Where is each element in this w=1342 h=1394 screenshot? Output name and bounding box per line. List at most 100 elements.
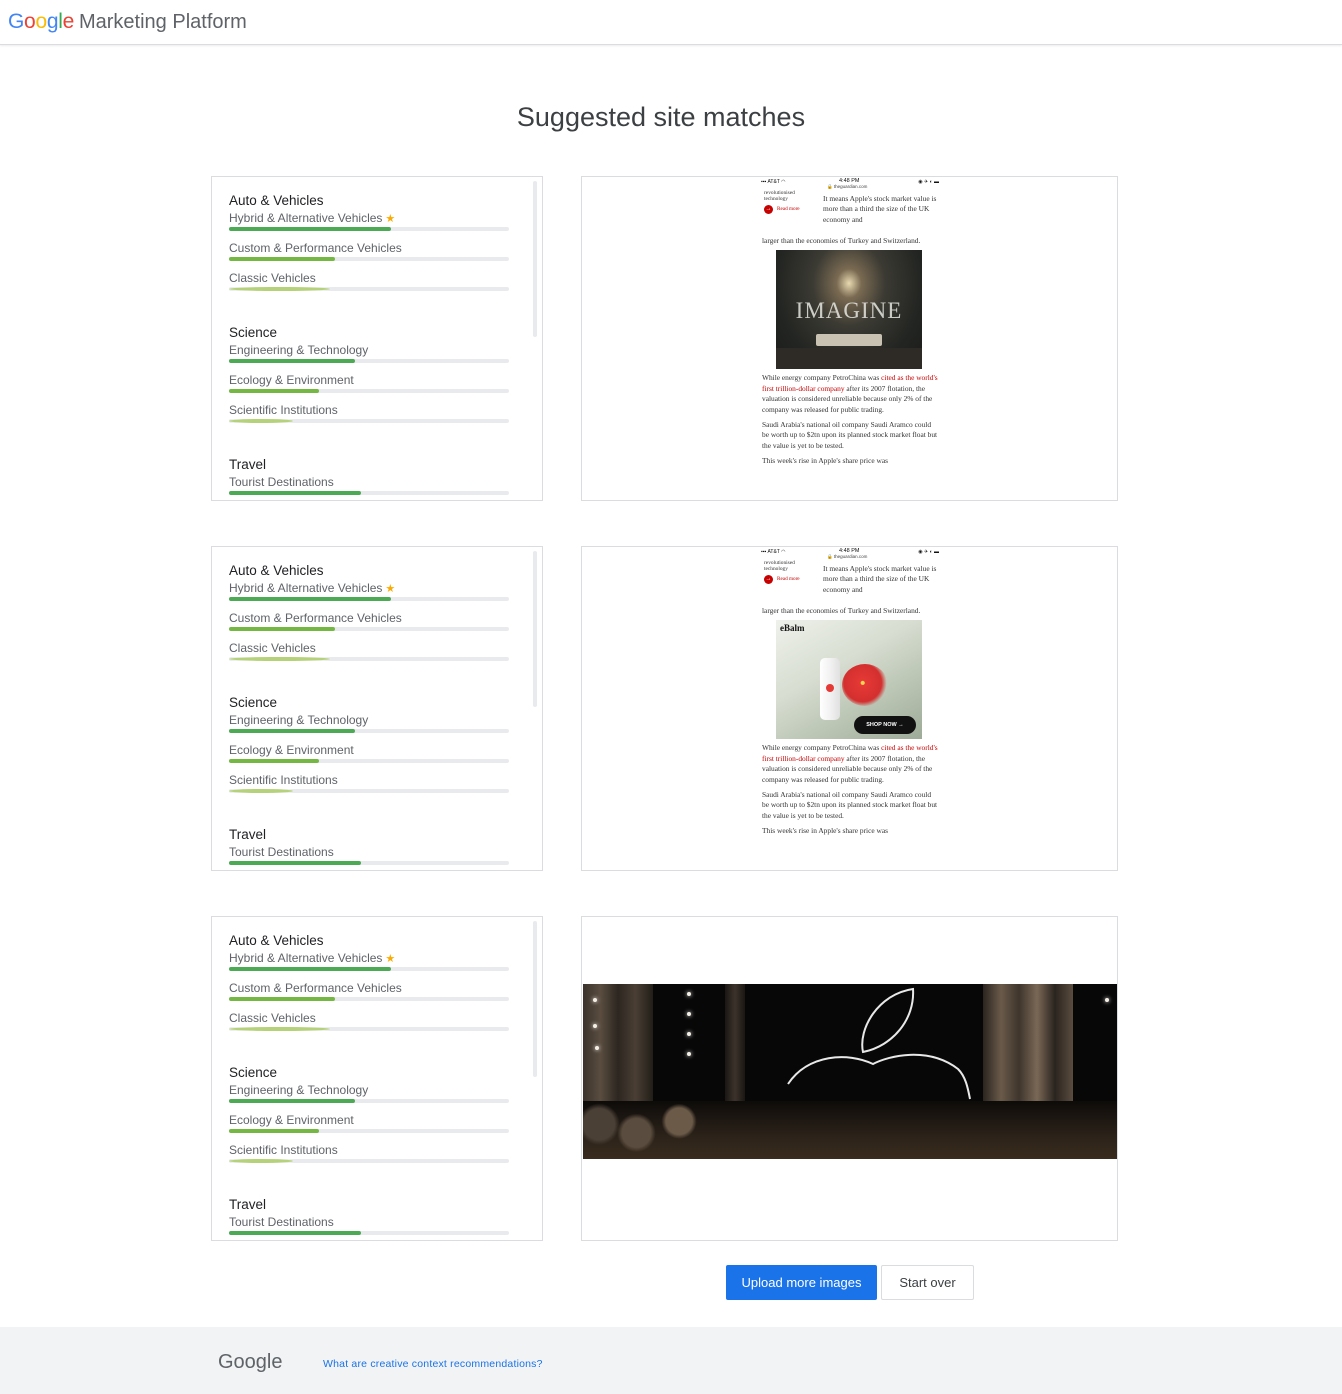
category-section-title: Travel [229,457,267,472]
ad-headline: IMAGINE [795,298,903,324]
product-name: Marketing Platform [78,11,247,33]
score-bar-fill [229,389,319,393]
category-section-title: Auto & Vehicles [229,563,324,578]
subcategory-label-text: Classic Vehicles [229,1011,316,1025]
image-preview-card[interactable]: ▪▪▪ AT&T ◠ 4:48 PM 🔒 theguardian.com ◉ ✈… [581,546,1118,871]
scrollbar[interactable] [533,551,537,707]
score-bar-track [229,657,509,661]
subcategory-label-text: Hybrid & Alternative Vehicles [229,581,383,595]
article-paragraph: While energy company PetroChina was cite… [757,373,943,415]
subcategory-label: Tourist Destinations [229,1215,334,1229]
score-bar-fill [229,789,294,793]
subcategory-row: Engineering & Technology [229,1082,510,1112]
status-carrier: ▪▪▪ AT&T ◠ [761,549,786,555]
subcategory-row: Scientific Institutions [229,402,510,432]
category-list-card[interactable]: Auto & Vehicles Hybrid & Alternative Vehi… [211,916,543,1241]
image-preview-card[interactable]: ▪▪▪ AT&T ◠ 4:48 PM 🔒 theguardian.com ◉ ✈… [581,176,1118,501]
subcategory-label: Classic Vehicles [229,271,316,285]
article-paragraph: This week's rise in Apple's share price … [762,456,889,466]
aside-text: revolutionised technology [764,190,795,203]
score-bar-fill [229,1027,330,1031]
score-bar-fill [229,1129,319,1133]
category-section: Auto & Vehicles Hybrid & Alternative Vehi… [229,562,510,670]
score-bar-track [229,861,509,865]
subcategory-label-text: Scientific Institutions [229,773,338,787]
score-bar-fill [229,1099,355,1103]
product-bottle [820,658,840,721]
subcategory-row: Custom & Performance Vehicles [229,240,510,270]
subcategory-label-text: Scientific Institutions [229,403,338,417]
audience-crowd [583,1101,1117,1159]
category-section-title: Science [229,695,278,710]
status-carrier: ▪▪▪ AT&T ◠ [761,179,786,185]
scrollbar[interactable] [533,181,537,337]
subcategory-row: Ecology & Environment [229,1112,510,1142]
score-bar-track [229,729,509,733]
score-bar-fill [229,257,336,261]
subcategory-row: Custom & Performance Vehicles [229,980,510,1010]
article-aside: revolutionised technology → Read more [764,190,820,214]
article-top: revolutionised technology → Read more It … [757,560,943,606]
score-bar-track [229,227,509,231]
stage-light [593,998,597,1002]
aside-text: revolutionised technology [764,560,795,573]
subcategory-label-text: Scientific Institutions [229,1143,338,1157]
url-text: theguardian.com [833,184,868,189]
score-bar-track [229,967,509,971]
stage-light [687,992,691,996]
upload-more-images-button[interactable]: Upload more images [726,1265,877,1300]
article-paragraph: Saudi Arabia's national oil company Saud… [762,420,938,450]
subcategory-row: Hybrid & Alternative Vehicles ★ [229,950,510,980]
score-bar-fill [229,359,355,363]
phone-status-bar: ▪▪▪ AT&T ◠ 4:48 PM 🔒 theguardian.com ◉ ✈… [757,547,943,560]
subcategory-label: Ecology & Environment [229,743,354,757]
category-section-title: Travel [229,1197,267,1212]
ad-cta-button: SHOP NOW → [854,716,916,735]
subcategory-label: Custom & Performance Vehicles [229,611,402,625]
score-bar-fill [229,997,336,1001]
stage-light [687,1052,691,1056]
category-section: Science Engineering & Technology Ecology &… [229,1064,510,1172]
creative-context-help-link[interactable]: What are creative context recommendation… [323,1358,543,1370]
sofa-shape [816,334,882,347]
subcategory-row: Classic Vehicles [229,640,510,670]
subcategory-row: Ecology & Environment [229,742,510,772]
category-list-card[interactable]: Auto & Vehicles Hybrid & Alternative Vehi… [211,546,543,871]
score-bar-track [229,997,509,1001]
page-title: Suggested site matches [516,102,806,132]
scrollbar[interactable] [533,921,537,1077]
category-section-title: Science [229,325,278,340]
article-paragraph: While energy company PetroChina was cite… [757,743,943,785]
subcategory-row: Hybrid & Alternative Vehicles ★ [229,580,510,610]
score-bar-fill [229,597,392,601]
phone-screenshot: ▪▪▪ AT&T ◠ 4:48 PM 🔒 theguardian.com ◉ ✈… [757,177,943,500]
subcategory-row: Tourist Destinations [229,844,510,870]
subcategory-label: Custom & Performance Vehicles [229,981,402,995]
image-preview-card[interactable] [581,916,1118,1241]
score-bar-track [229,1129,509,1133]
category-list-card[interactable]: Auto & Vehicles Hybrid & Alternative Vehi… [211,176,543,501]
subcategory-label-text: Tourist Destinations [229,845,334,859]
subcategory-label: Engineering & Technology [229,713,368,727]
article-top: revolutionised technology → Read more It … [757,190,943,236]
carrier-text: AT&T [767,549,780,555]
url-text: theguardian.com [833,554,868,559]
stage-light [595,1046,599,1050]
category-section: Auto & Vehicles Hybrid & Alternative Vehi… [229,932,510,1040]
start-over-button[interactable]: Start over [881,1265,974,1300]
subcategory-label-text: Custom & Performance Vehicles [229,241,402,255]
read-more-link: → Read more [764,204,820,214]
subcategory-label: Scientific Institutions [229,773,338,787]
category-section: Travel Tourist Destinations [229,456,510,500]
score-bar-fill [229,1159,294,1163]
article-continued: larger than the economies of Turkey and … [762,236,921,245]
score-bar-fill [229,227,392,231]
score-bar-fill [229,729,355,733]
subcategory-label: Tourist Destinations [229,475,334,489]
brand[interactable]: Google Marketing Platform [8,10,247,34]
keynote-stage-photo [583,984,1117,1159]
article-continued: larger than the economies of Turkey and … [762,606,921,615]
score-bar-fill [229,657,330,661]
subcategory-label-text: Classic Vehicles [229,271,316,285]
subcategory-label: Scientific Institutions [229,403,338,417]
